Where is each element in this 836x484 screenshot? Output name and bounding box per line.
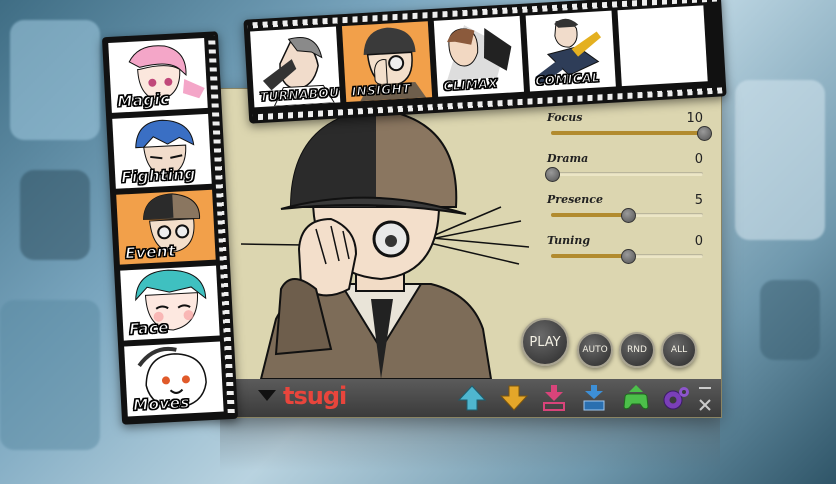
close-icon[interactable] (699, 399, 711, 411)
all-button[interactable]: ALL (661, 332, 697, 368)
slider-knob[interactable] (621, 208, 636, 223)
category-frame-moves[interactable]: Moves (124, 341, 224, 417)
main-panel: Focus 10 Drama 0 Presence 5 Tuning 0 PLA… (220, 88, 722, 418)
style-frame-turnabout[interactable]: TURNABOUT (250, 26, 341, 108)
slider-label: Focus (547, 111, 583, 124)
category-frame-magic[interactable]: Magic (108, 37, 208, 113)
gamepad-icon[interactable] (621, 383, 651, 413)
slider-value: 0 (694, 234, 703, 249)
down-arrow-icon[interactable] (499, 383, 529, 413)
slider-knob[interactable] (697, 126, 712, 141)
minimize-icon[interactable] (699, 385, 711, 391)
export-icon[interactable] (579, 383, 609, 413)
slider-value: 5 (694, 193, 703, 208)
toolbar-reflection (220, 417, 720, 471)
auto-button[interactable]: AUTO (577, 332, 613, 368)
style-frame-empty[interactable] (617, 5, 708, 87)
category-frame-fighting[interactable]: Fighting (112, 113, 212, 189)
import-icon[interactable] (539, 383, 569, 413)
category-film-strip: Magic Fighting Event Face Moves (101, 31, 239, 425)
style-frame-insight[interactable]: INSIGHT (341, 21, 433, 103)
slider-knob[interactable] (545, 167, 560, 182)
slider-track[interactable] (545, 167, 703, 182)
slider-track[interactable] (551, 249, 703, 264)
category-frame-face[interactable]: Face (120, 265, 220, 341)
slider-value: 0 (694, 152, 703, 167)
slider-track[interactable] (551, 126, 712, 141)
slider-knob[interactable] (621, 249, 636, 264)
style-frame-climax[interactable]: CLIMAX (433, 15, 525, 97)
gears-icon[interactable] (661, 383, 691, 413)
style-frame-comical[interactable]: COMICAL (525, 10, 616, 92)
category-frame-event[interactable]: Event (116, 189, 216, 265)
slider-label: Tuning (547, 234, 591, 247)
play-button[interactable]: PLAY (521, 318, 569, 366)
preview-stage: Focus 10 Drama 0 Presence 5 Tuning 0 PLA… (221, 89, 721, 379)
slider-track[interactable] (551, 208, 703, 223)
category-frame-label: Event (124, 241, 177, 263)
dropdown-triangle-icon[interactable] (257, 389, 277, 403)
category-frame-label: Face (128, 318, 170, 339)
category-frame-label: Moves (132, 393, 191, 415)
bottom-toolbar: tsugi (221, 379, 721, 417)
random-button[interactable]: RND (619, 332, 655, 368)
slider-label: Drama (547, 152, 589, 165)
category-frame-label: Magic (116, 89, 171, 111)
up-arrow-icon[interactable] (457, 383, 487, 413)
slider-value: 10 (686, 111, 703, 126)
slider-label: Presence (547, 193, 603, 206)
tsugi-logo: tsugi (283, 382, 347, 410)
